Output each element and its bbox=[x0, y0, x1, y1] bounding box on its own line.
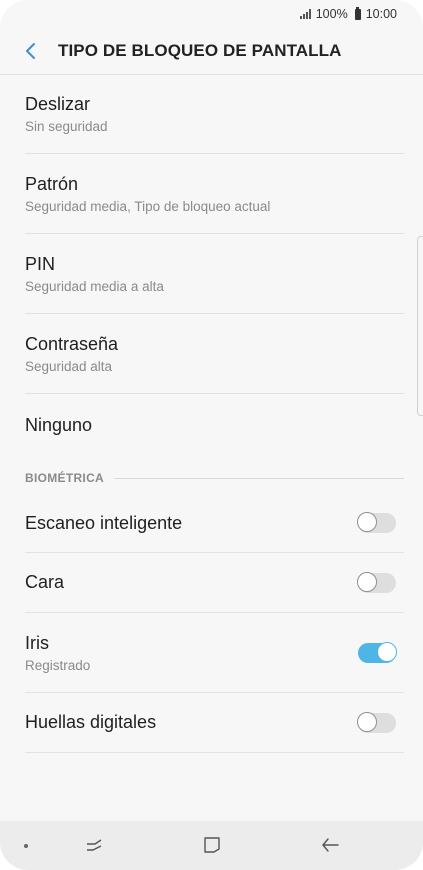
chevron-left-icon[interactable] bbox=[16, 36, 46, 66]
toggle-knob bbox=[377, 641, 397, 662]
battery-percentage: 100% bbox=[315, 7, 348, 21]
lock-option-pin[interactable]: PIN Seguridad media a alta bbox=[25, 234, 404, 314]
status-time: 10:00 bbox=[365, 7, 397, 21]
biometric-item-iris[interactable]: Iris Registrado bbox=[25, 613, 404, 693]
dot-icon bbox=[24, 844, 28, 848]
option-title: Deslizar bbox=[25, 93, 91, 114]
lock-option-deslizar[interactable]: Deslizar Sin seguridad bbox=[25, 74, 404, 154]
battery-icon bbox=[354, 6, 361, 20]
signal-icon bbox=[299, 9, 311, 19]
option-title: Patrón bbox=[25, 173, 79, 194]
option-subtitle: Seguridad media a alta bbox=[25, 278, 164, 294]
section-header-biometrics: BIOMÉTRICA bbox=[25, 462, 404, 494]
toggle-knob bbox=[357, 711, 377, 732]
option-title: PIN bbox=[25, 253, 56, 274]
option-title: Ninguno bbox=[25, 414, 93, 435]
biometric-title: Huellas digitales bbox=[25, 712, 157, 732]
toggle-switch[interactable] bbox=[357, 571, 396, 593]
toggle-switch[interactable] bbox=[357, 711, 396, 733]
biometric-title: Cara bbox=[25, 572, 65, 592]
biometric-title: Iris bbox=[25, 632, 49, 653]
toggle-knob bbox=[357, 571, 377, 592]
lock-option-contrasena[interactable]: Contraseña Seguridad alta bbox=[25, 314, 404, 394]
recent-apps-icon[interactable] bbox=[82, 833, 106, 857]
option-subtitle: Seguridad alta bbox=[25, 358, 113, 374]
back-arrow-icon[interactable] bbox=[318, 833, 342, 857]
option-subtitle: Sin seguridad bbox=[25, 118, 108, 134]
toggle-switch[interactable] bbox=[357, 512, 396, 533]
phone-screen: 100% 10:00 TIPO DE BLOQUEO DE PANTALLA D… bbox=[0, 0, 423, 870]
option-subtitle: Seguridad media, Tipo de bloqueo actual bbox=[25, 198, 271, 214]
app-bar: TIPO DE BLOQUEO DE PANTALLA bbox=[0, 28, 423, 75]
scrollbar[interactable] bbox=[417, 236, 423, 416]
biometric-item-huellas[interactable]: Huellas digitales bbox=[25, 693, 404, 753]
biometric-item-cara[interactable]: Cara bbox=[25, 553, 404, 613]
biometric-subtitle: Registrado bbox=[25, 657, 91, 673]
navigation-bar bbox=[0, 821, 423, 870]
lock-option-patron[interactable]: Patrón Seguridad media, Tipo de bloqueo … bbox=[25, 154, 404, 234]
toggle-knob bbox=[357, 512, 377, 532]
lock-type-list: Deslizar Sin seguridad Patrón Seguridad … bbox=[0, 74, 423, 753]
page-title: TIPO DE BLOQUEO DE PANTALLA bbox=[58, 41, 342, 60]
option-title: Contraseña bbox=[25, 333, 119, 354]
lock-option-ninguno[interactable]: Ninguno bbox=[25, 394, 404, 456]
biometric-item-escaneo[interactable]: Escaneo inteligente bbox=[25, 494, 404, 553]
home-icon[interactable] bbox=[200, 833, 224, 857]
section-label: BIOMÉTRICA bbox=[25, 471, 104, 485]
biometric-title: Escaneo inteligente bbox=[25, 512, 183, 533]
status-bar: 100% 10:00 bbox=[0, 0, 423, 28]
toggle-switch[interactable] bbox=[358, 641, 397, 663]
section-divider bbox=[114, 477, 404, 479]
